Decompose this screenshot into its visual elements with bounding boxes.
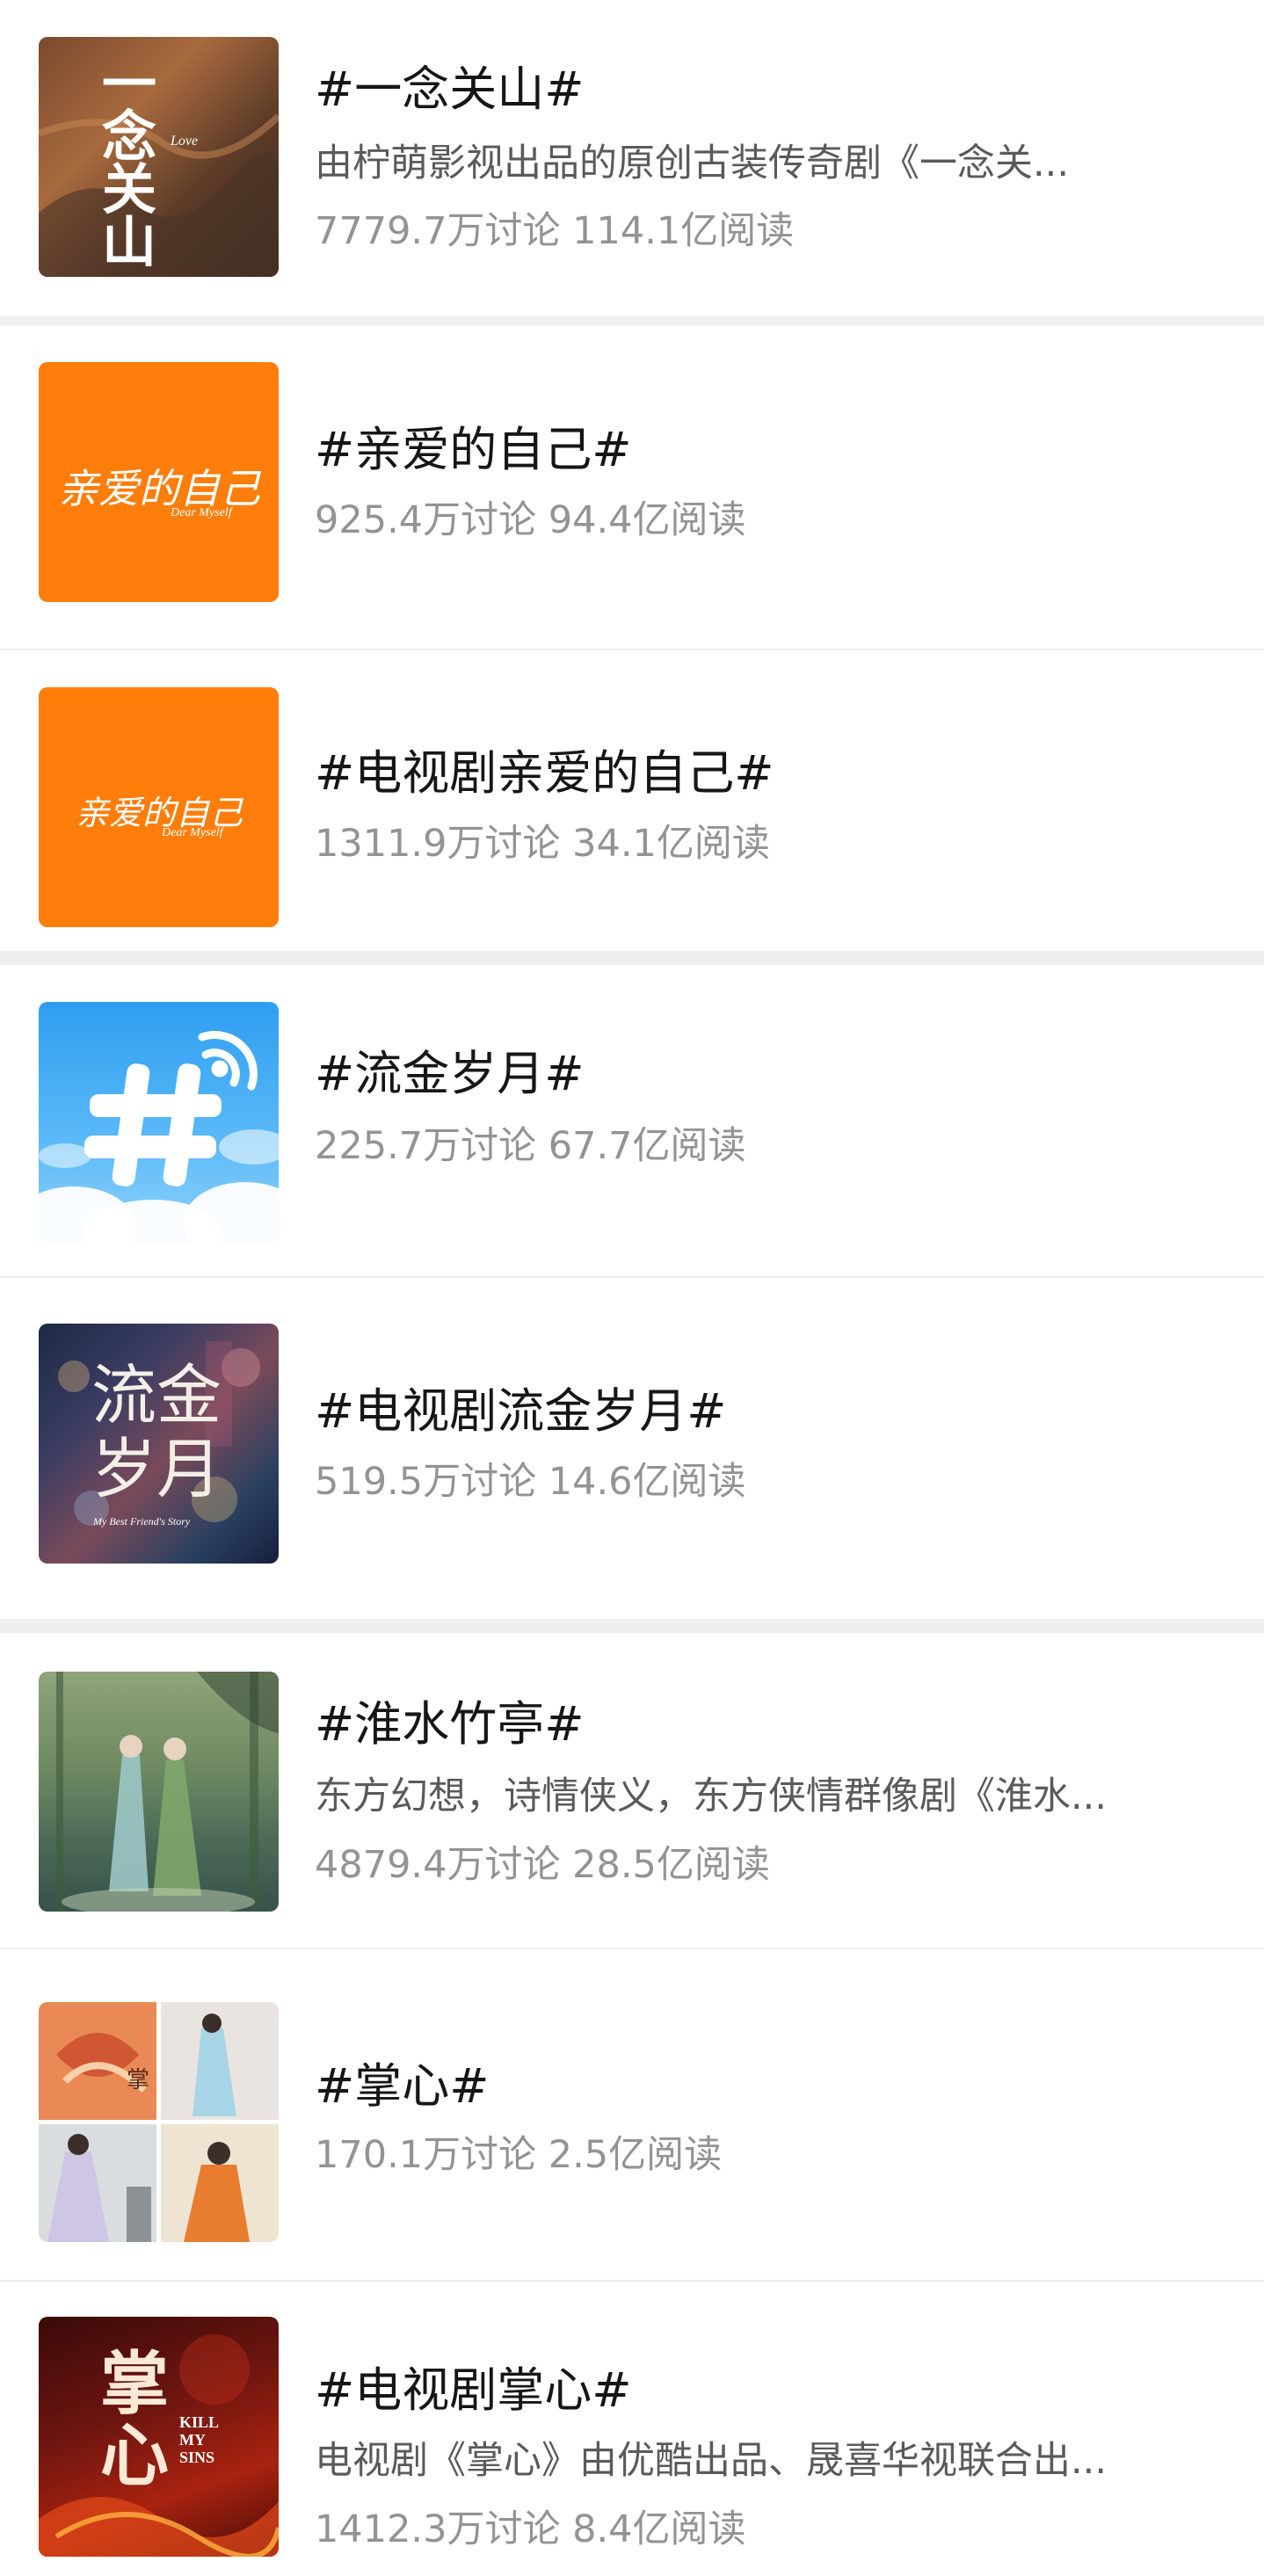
section-divider: [0, 951, 1264, 965]
poster-subtitle: Love: [171, 134, 199, 149]
hashtag-cloud-icon: [39, 1031, 279, 1242]
topic-stats: 925.4万讨论 94.4亿阅读: [315, 498, 746, 542]
topic-stats: 225.7万讨论 67.7亿阅读: [315, 1124, 746, 1168]
poster-title: 掌心: [100, 2344, 170, 2496]
topic-thumbnail: 亲爱的自己 Dear Myself: [39, 687, 279, 927]
poster-zhangxin-collage-icon: [39, 2002, 279, 2242]
topic-title[interactable]: #电视剧亲爱的自己#: [315, 745, 774, 802]
topic-row[interactable]: 流金岁月 My Best Friend's Story #电视剧流金岁月# 51…: [0, 1278, 1264, 1600]
topic-row[interactable]: 掌心 KILL MY SINS #电视剧掌心# 电视剧《掌心》由优酷出品、晟喜华…: [0, 2282, 1264, 2576]
poster-subtitle: KILL MY SINS: [179, 2413, 219, 2466]
topic-description: 电视剧《掌心》由优酷出品、晟喜华视联合出...: [315, 2439, 1108, 2483]
topic-thumbnail: 流金岁月 My Best Friend's Story: [39, 1324, 279, 1564]
topic-stats: 519.5万讨论 14.6亿阅读: [315, 1460, 746, 1504]
poster-title: 掌: [127, 2067, 150, 2093]
topic-stats: 1412.3万讨论 8.4亿阅读: [315, 2507, 746, 2551]
topic-thumbnail: 掌心 KILL MY SINS: [39, 2317, 279, 2557]
poster-subtitle: Dear Myself: [171, 506, 232, 519]
topic-thumbnail: [39, 1672, 279, 1912]
topic-row[interactable]: #流金岁月# 225.7万讨论 67.7亿阅读: [0, 965, 1264, 1276]
topic-title[interactable]: #掌心#: [315, 2058, 490, 2115]
poster-subtitle: Dear Myself: [162, 826, 223, 839]
topic-thumbnail: 掌: [39, 2002, 279, 2242]
topic-row[interactable]: #淮水竹亭# 东方幻想，诗情侠义，东方侠情群像剧《淮水... 4879.4万讨论…: [0, 1633, 1264, 1948]
topic-title[interactable]: #流金岁月#: [315, 1046, 585, 1102]
topic-row[interactable]: 亲爱的自己 Dear Myself #亲爱的自己# 925.4万讨论 94.4亿…: [0, 325, 1264, 649]
topic-stats: 7779.7万讨论 114.1亿阅读: [315, 209, 795, 253]
topic-stats: 1311.9万讨论 34.1亿阅读: [315, 822, 770, 866]
topic-title[interactable]: #亲爱的自己#: [315, 422, 632, 478]
topic-description: 由柠萌影视出品的原创古装传奇剧《一念关...: [315, 141, 1070, 185]
topic-title[interactable]: #电视剧掌心#: [315, 2362, 632, 2419]
topic-row[interactable]: 一念关山 Love #一念关山# 由柠萌影视出品的原创古装传奇剧《一念关... …: [0, 0, 1264, 316]
topic-stats: 4879.4万讨论 28.5亿阅读: [315, 1843, 770, 1887]
topic-title[interactable]: #一念关山#: [315, 62, 585, 118]
topic-title[interactable]: #淮水竹亭#: [315, 1696, 585, 1752]
topic-thumbnail: 亲爱的自己 Dear Myself: [39, 362, 279, 602]
poster-huaishui-zhuting-icon: [56, 1672, 279, 1912]
topic-row[interactable]: 亲爱的自己 Dear Myself #电视剧亲爱的自己# 1311.9万讨论 3…: [0, 650, 1264, 951]
poster-title: 流金岁月: [91, 1358, 222, 1507]
topic-thumbnail: 一念关山 Love: [39, 37, 279, 277]
topic-title[interactable]: #电视剧流金岁月#: [315, 1383, 727, 1440]
topic-stats: 170.1万讨论 2.5亿阅读: [315, 2133, 723, 2177]
section-divider: [0, 316, 1264, 325]
topic-thumbnail: [39, 1002, 279, 1242]
poster-title: 一念关山: [102, 52, 157, 274]
topic-row[interactable]: 掌 #掌心# 170.1万讨论 2.5亿阅读: [0, 1949, 1264, 2280]
topic-description: 东方幻想，诗情侠义，东方侠情群像剧《淮水...: [315, 1774, 1108, 1818]
section-divider: [0, 1619, 1264, 1633]
poster-subtitle: My Best Friend's Story: [93, 1515, 191, 1527]
